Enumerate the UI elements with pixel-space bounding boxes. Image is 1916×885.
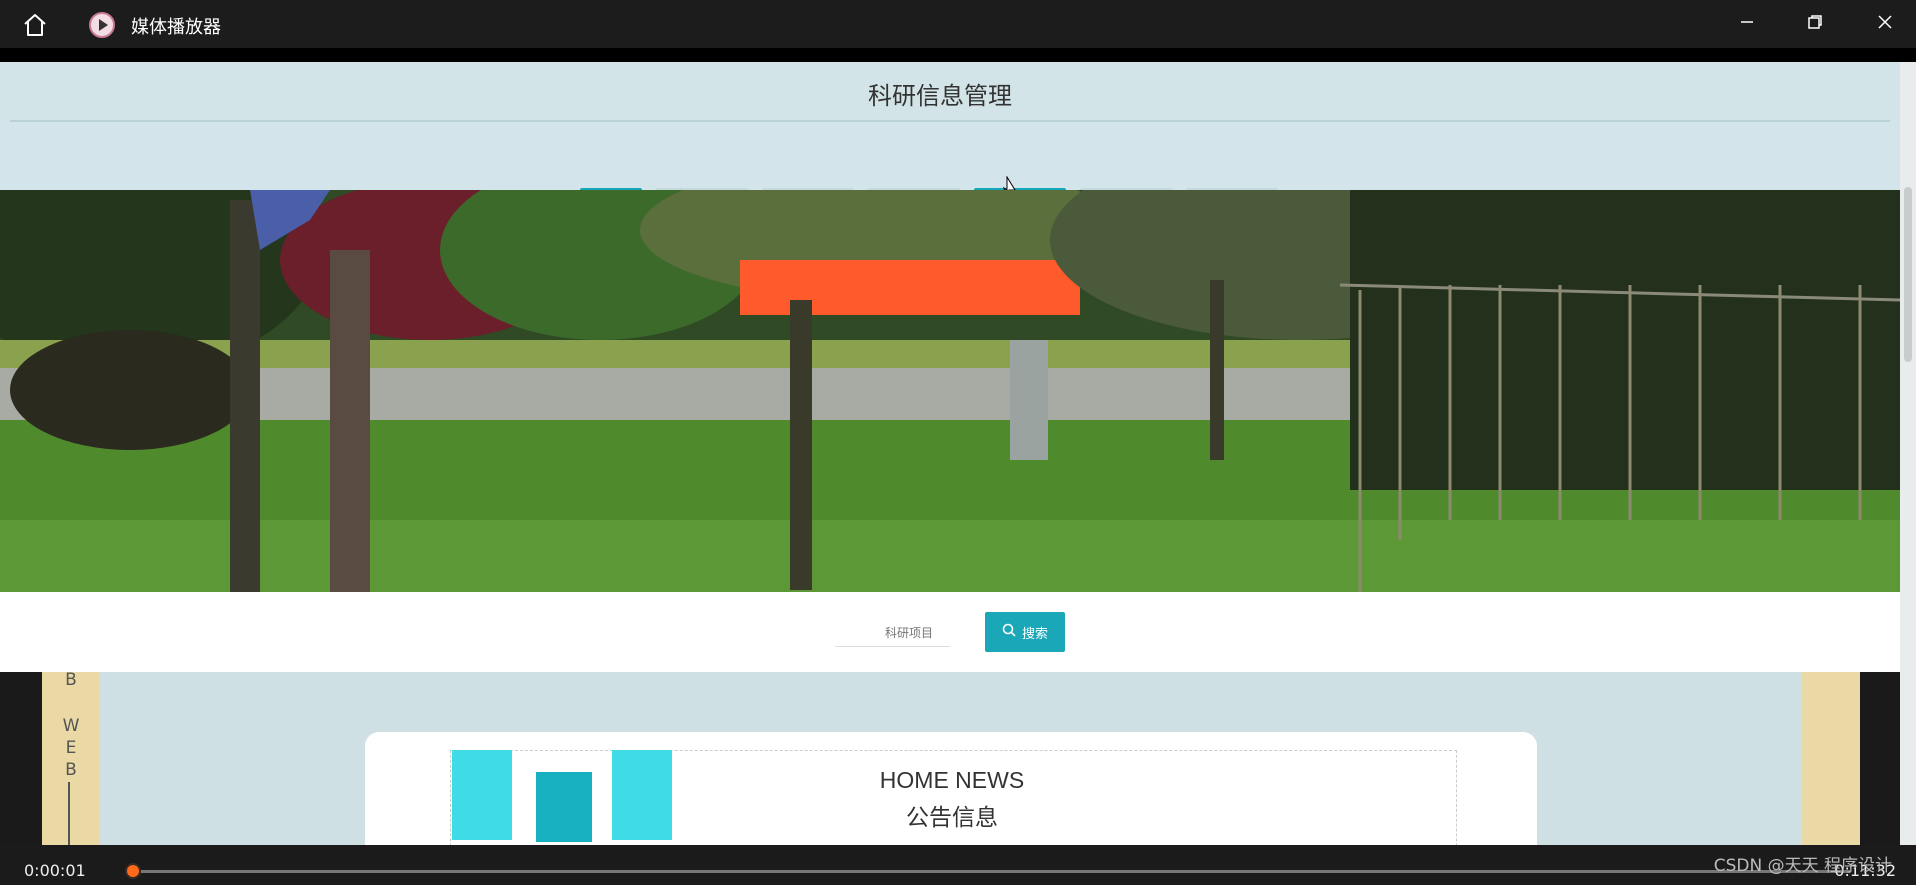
close-button[interactable] bbox=[1856, 0, 1914, 48]
side-letter: B bbox=[65, 670, 77, 690]
search-icon bbox=[1002, 623, 1016, 641]
player-controls: 0:00:01 0:11:32 CSDN @天天 程序设计 bbox=[0, 845, 1916, 885]
home-icon[interactable] bbox=[22, 12, 48, 38]
restore-button[interactable] bbox=[1786, 0, 1844, 48]
close-icon bbox=[1877, 14, 1893, 34]
news-section: B W E B HOME NEWS 公告信息 bbox=[0, 670, 1900, 845]
video-top-margin bbox=[0, 48, 1916, 62]
search-button-label: 搜索 bbox=[1021, 626, 1048, 642]
page-scrollbar[interactable] bbox=[1900, 62, 1916, 845]
search-button[interactable]: 搜索 bbox=[985, 612, 1065, 652]
seek-bar[interactable] bbox=[130, 870, 1850, 873]
side-letter: W bbox=[62, 716, 80, 736]
current-time: 0:00:01 bbox=[24, 861, 86, 880]
video-frame[interactable]: 科研信息管理 首页科研项目科研成果获奖展示公告信息个人中心后台管理 bbox=[0, 62, 1916, 845]
seek-thumb[interactable] bbox=[124, 863, 141, 879]
banner-image bbox=[0, 190, 1900, 592]
side-letter: E bbox=[65, 738, 77, 758]
window-title: 媒体播放器 bbox=[131, 17, 221, 38]
player-title-bar: 媒体播放器 bbox=[0, 0, 1916, 48]
site-header: 科研信息管理 bbox=[0, 62, 1916, 122]
restore-icon bbox=[1807, 14, 1823, 34]
news-title-cn: 公告信息 bbox=[906, 805, 998, 831]
play-circle-icon bbox=[87, 10, 117, 40]
news-title-en: HOME NEWS bbox=[879, 767, 1025, 793]
site-title: 科研信息管理 bbox=[868, 82, 1012, 110]
scrollbar-thumb[interactable] bbox=[1904, 187, 1912, 362]
search-input[interactable] bbox=[835, 619, 950, 647]
minimize-icon bbox=[1739, 14, 1755, 34]
watermark: CSDN @天天 程序设计 bbox=[1713, 856, 1892, 876]
minimize-button[interactable] bbox=[1718, 0, 1776, 48]
search-section: 搜索 bbox=[0, 592, 1900, 672]
